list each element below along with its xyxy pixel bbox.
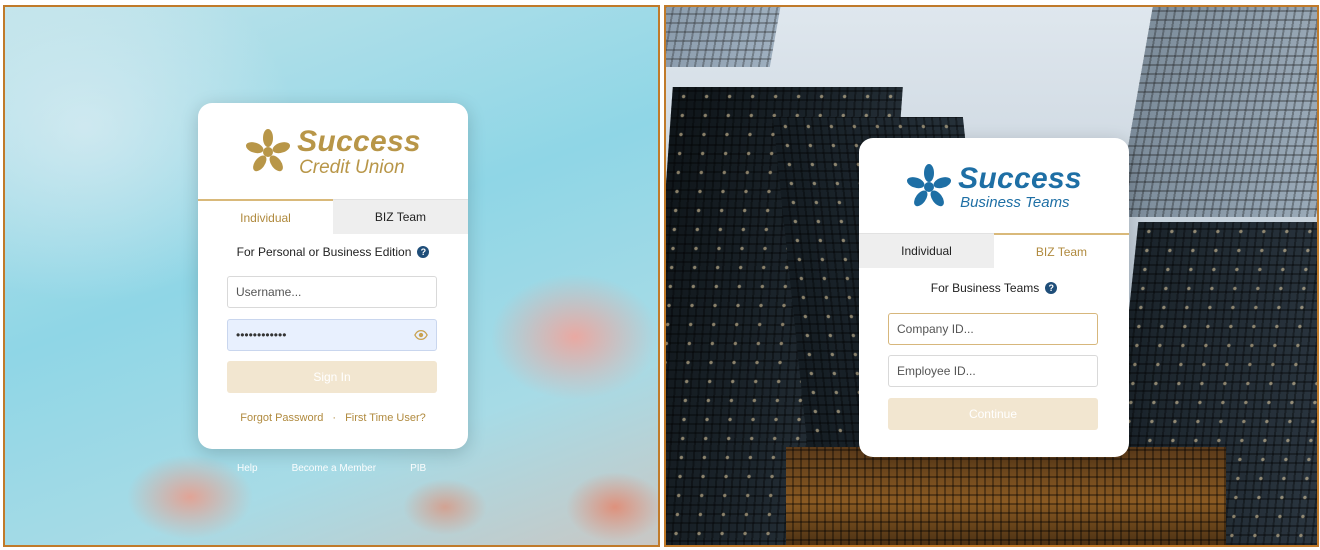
business-teams-logo: Success Business Teams	[859, 164, 1129, 210]
login-card: Success Credit Union Individual BIZ Team…	[198, 103, 468, 449]
edition-heading: For Business Teams ?	[859, 281, 1129, 295]
link-separator: ·	[332, 412, 337, 424]
first-time-user-link[interactable]: First Time User?	[345, 412, 426, 424]
footer-pib-link[interactable]: PIB	[410, 463, 426, 474]
tab-individual[interactable]: Individual	[859, 233, 994, 268]
business-login-card: Success Business Teams Individual BIZ Te…	[859, 138, 1129, 457]
account-links: Forgot Password · First Time User?	[198, 412, 468, 424]
edition-label: For Business Teams	[930, 281, 1040, 295]
tab-biz-team[interactable]: BIZ Team	[333, 199, 468, 234]
flower-mark-icon	[246, 129, 291, 172]
footer-help-link[interactable]: Help	[237, 463, 258, 474]
employee-id-input[interactable]	[888, 355, 1098, 387]
username-input[interactable]	[227, 276, 437, 308]
flower-mark-icon	[907, 164, 952, 207]
help-icon[interactable]: ?	[417, 246, 430, 258]
logo-subtitle: Credit Union	[299, 157, 405, 178]
footer-links: Help Become a Member PIB	[237, 463, 426, 474]
footer-become-member-link[interactable]: Become a Member	[292, 463, 376, 474]
login-tabs: Individual BIZ Team	[198, 199, 468, 234]
password-input[interactable]	[228, 320, 424, 350]
forgot-password-link[interactable]: Forgot Password	[240, 412, 323, 424]
login-tabs: Individual BIZ Team	[859, 233, 1129, 268]
help-icon[interactable]: ?	[1045, 282, 1058, 294]
company-id-input[interactable]	[888, 313, 1098, 345]
tab-individual[interactable]: Individual	[198, 199, 333, 234]
eye-icon[interactable]	[414, 328, 428, 342]
continue-button[interactable]: Continue	[888, 398, 1098, 430]
credit-union-logo: Success Credit Union	[198, 127, 468, 177]
tab-biz-team[interactable]: BIZ Team	[994, 233, 1129, 268]
background-building-base	[786, 447, 1226, 545]
right-login-screen: Success Business Teams Individual BIZ Te…	[664, 5, 1319, 547]
background-building	[1115, 7, 1317, 217]
logo-title: Success	[958, 162, 1082, 195]
background-building	[666, 7, 783, 67]
logo-title: Success	[297, 125, 421, 158]
logo-subtitle: Business Teams	[960, 194, 1070, 211]
sign-in-button[interactable]: Sign In	[227, 361, 437, 393]
edition-label: For Personal or Business Edition	[236, 245, 412, 259]
password-field	[227, 319, 437, 351]
left-login-screen: Success Credit Union Individual BIZ Team…	[3, 5, 660, 547]
edition-heading: For Personal or Business Edition ?	[198, 245, 468, 259]
